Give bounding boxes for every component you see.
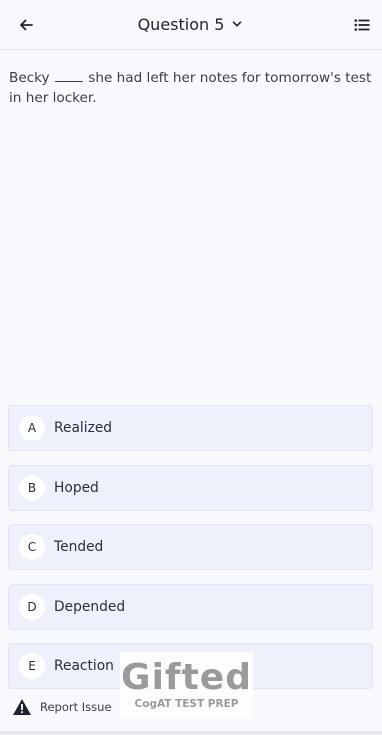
option-letter: D xyxy=(19,594,45,620)
option-c[interactable]: C Tended xyxy=(8,524,373,570)
bottom-bar xyxy=(0,731,382,735)
option-d[interactable]: D Depended xyxy=(8,584,373,630)
option-letter: B xyxy=(19,475,45,501)
page-title: Question 5 xyxy=(137,14,225,34)
chevron-down-icon xyxy=(230,17,244,31)
blank-line xyxy=(54,70,83,82)
watermark-logo: Gifted xyxy=(121,657,252,698)
report-issue-button[interactable]: Report Issue xyxy=(12,696,112,718)
option-letter: A xyxy=(19,415,45,441)
option-label: Hoped xyxy=(54,480,99,496)
question-text-before: Becky xyxy=(9,70,50,86)
option-letter: C xyxy=(19,534,45,560)
option-label: Tended xyxy=(54,539,104,555)
option-label: Reaction xyxy=(54,658,114,674)
option-label: Realized xyxy=(54,420,113,436)
list-icon xyxy=(354,19,370,31)
top-bar: Question 5 xyxy=(0,0,382,50)
warning-icon xyxy=(13,699,31,715)
report-issue-label: Report Issue xyxy=(40,700,112,714)
watermark: Gifted CogAT TEST PREP xyxy=(120,652,253,718)
option-label: Depended xyxy=(54,599,126,615)
watermark-subtitle: CogAT TEST PREP xyxy=(134,698,239,710)
question-list-button[interactable] xyxy=(350,13,374,37)
question-text: Becky she had left her notes for tomorro… xyxy=(9,68,375,108)
question-selector[interactable]: Question 5 xyxy=(0,12,382,36)
option-letter: E xyxy=(19,653,45,679)
option-a[interactable]: A Realized xyxy=(8,405,373,451)
option-b[interactable]: B Hoped xyxy=(8,465,373,511)
